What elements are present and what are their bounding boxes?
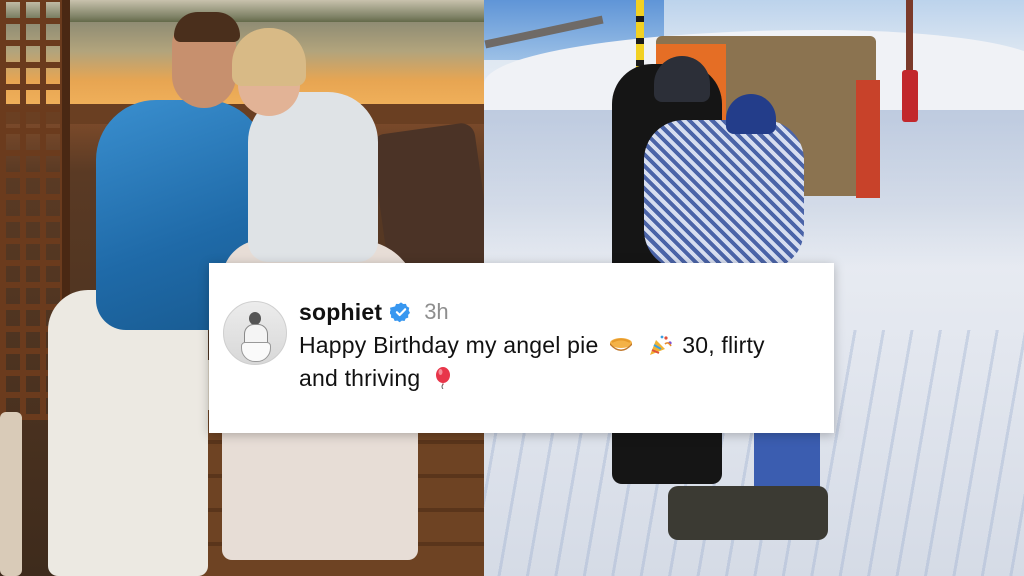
instagram-comment-card: sophiet 3h Happy Birthday my angel pie 3… [209, 263, 834, 433]
image-collage: sophiet 3h Happy Birthday my angel pie 3… [0, 0, 1024, 576]
party-popper-icon [649, 335, 672, 355]
man-white-trousers [48, 290, 208, 576]
comment-header: sophiet 3h [299, 297, 449, 327]
avatar-figure-skirt [241, 342, 271, 362]
ski-boots [668, 486, 828, 540]
verified-badge-icon [390, 302, 411, 323]
comment-timestamp: 3h [424, 299, 449, 324]
balloon-emoji-icon [435, 367, 450, 389]
chair-edge [0, 412, 22, 576]
man-hair [174, 12, 240, 42]
red-marker [902, 70, 918, 122]
red-panel [856, 80, 880, 198]
far-shore [0, 0, 484, 24]
avatar[interactable] [223, 301, 287, 365]
comment-text: Happy Birthday my angel pie 30, flirty a… [299, 329, 809, 395]
pie-emoji-icon [610, 338, 633, 351]
marker-pole [906, 0, 913, 72]
comment-text-part1: Happy Birthday my angel pie [299, 332, 599, 358]
woman-white-shirt [248, 92, 378, 262]
username[interactable]: sophiet [299, 299, 382, 326]
woman-checked-ski-jacket [644, 120, 804, 270]
